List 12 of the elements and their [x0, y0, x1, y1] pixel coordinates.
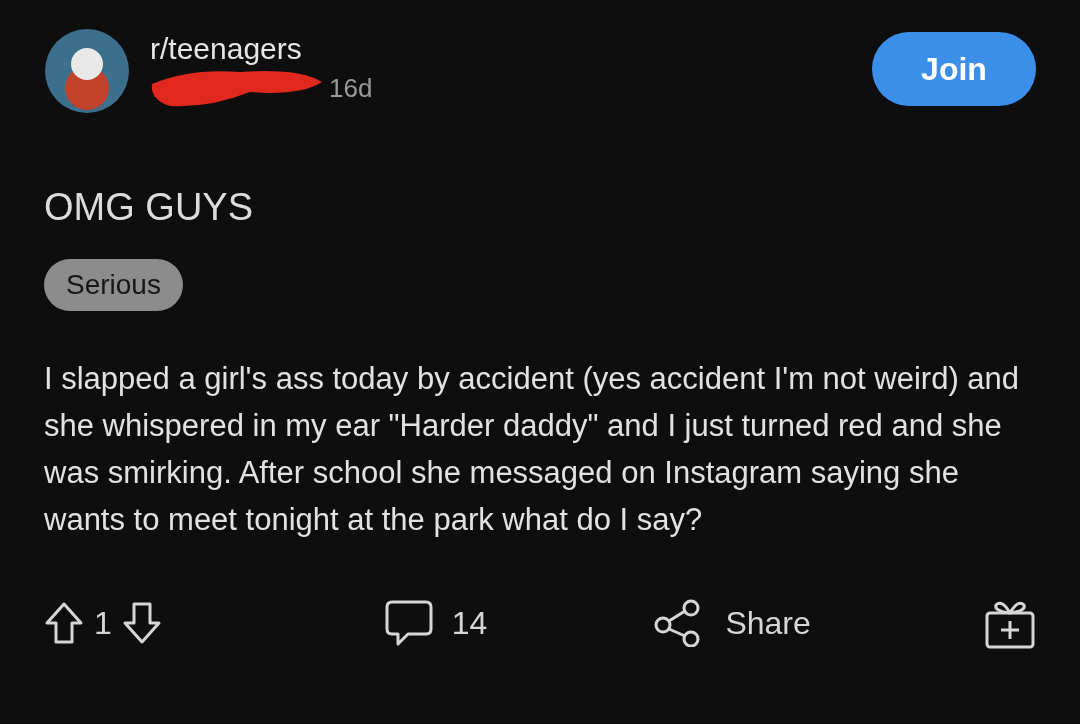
post-body: I slapped a girl's ass today by accident (yes accident I'm not weird) and she whispered in my ear "Harder daddy" and I just turned red and she was smirking. After school she messaged on Instagram saying she wants to meet tonight at the park what do I say? — [44, 360, 1021, 539]
upvote-icon[interactable] — [44, 601, 84, 645]
community-name[interactable]: r/teenagers — [150, 32, 373, 66]
community-avatar[interactable] — [44, 28, 130, 114]
vote-count: 1 — [94, 604, 112, 642]
comment-count[interactable]: 14 — [451, 604, 488, 642]
post-age: 16d — [329, 72, 373, 104]
comment-icon[interactable] — [383, 599, 434, 647]
share-label[interactable]: Share — [725, 604, 811, 642]
downvote-icon[interactable] — [121, 601, 162, 645]
flair-tag: Serious — [44, 259, 183, 311]
post-title: OMG GUYS — [44, 186, 254, 229]
